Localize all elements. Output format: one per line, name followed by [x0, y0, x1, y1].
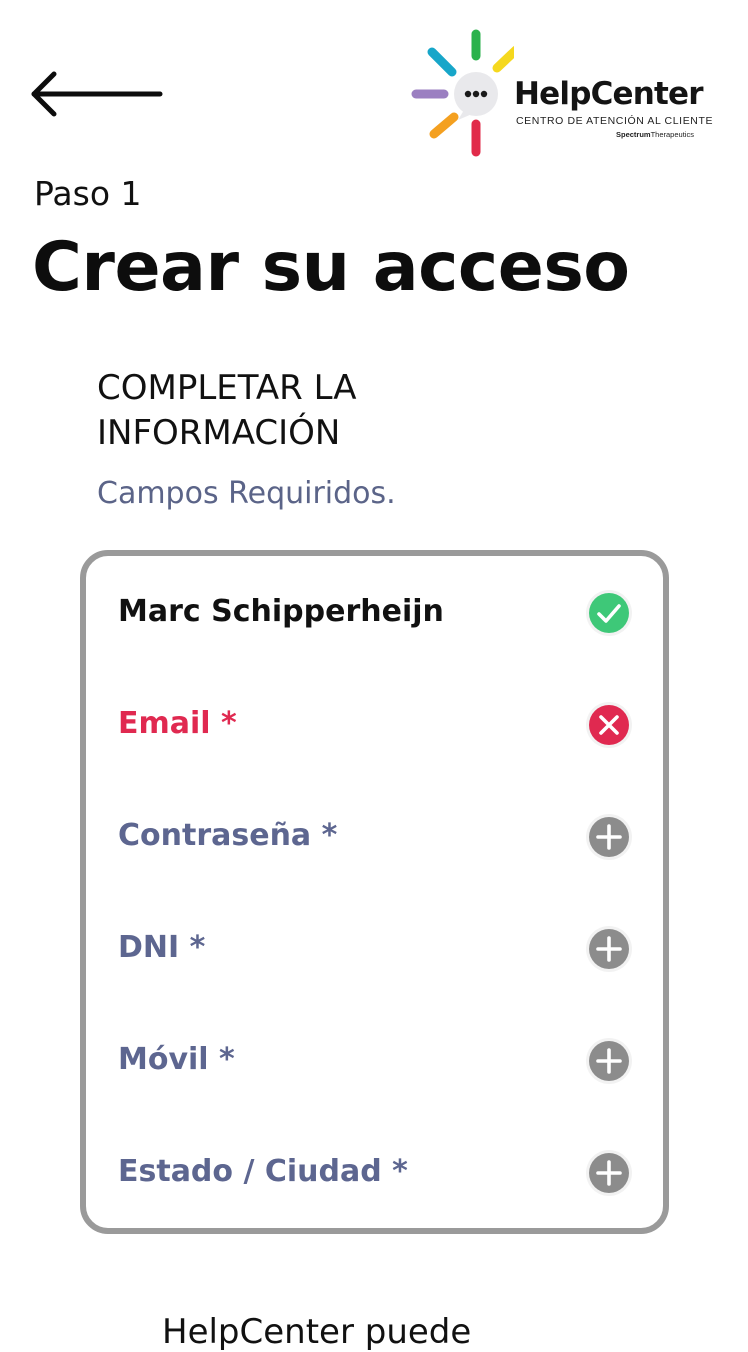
footer-text: HelpCenter puede [162, 1312, 472, 1352]
field-label: Marc Schipperheijn [118, 594, 444, 629]
helpcenter-logo: HelpCenter CENTRO DE ATENCIÓN AL CLIENTE… [408, 28, 718, 160]
logo-brand: SpectrumTherapeutics [616, 130, 694, 139]
plus-circle-icon[interactable] [584, 1036, 634, 1086]
field-label: Email * [118, 706, 237, 741]
plus-circle-icon[interactable] [584, 812, 634, 862]
x-circle-icon[interactable] [584, 700, 634, 750]
ray-blue [427, 47, 457, 77]
field-label: Estado / Ciudad * [118, 1154, 408, 1189]
plus-circle-icon[interactable] [584, 1148, 634, 1198]
ray-yellow [492, 45, 514, 73]
field-row[interactable]: Email * [118, 694, 638, 754]
fields-card: Marc Schipperheijn Email * Contraseña * DNI… [80, 550, 669, 1234]
check-circle-icon[interactable] [584, 588, 634, 638]
field-row[interactable]: DNI * [118, 918, 638, 978]
helpcenter-burst-icon [411, 29, 514, 157]
field-label: Contraseña * [118, 818, 338, 853]
field-row[interactable]: Móvil * [118, 1030, 638, 1090]
arrow-left-icon [31, 71, 163, 117]
field-row[interactable]: Estado / Ciudad * [118, 1142, 638, 1202]
plus-circle-icon[interactable] [584, 924, 634, 974]
field-row[interactable]: Marc Schipperheijn [118, 582, 638, 642]
section-heading: COMPLETAR LA INFORMACIÓN [97, 368, 357, 453]
field-label: Móvil * [118, 1042, 235, 1077]
page-title: Crear su acceso [32, 228, 630, 307]
required-fields-note: Campos Requiridos. [97, 476, 396, 511]
logo-title: HelpCenter [514, 76, 704, 112]
field-row[interactable]: Contraseña * [118, 806, 638, 866]
step-label: Paso 1 [34, 174, 142, 213]
ray-orange [429, 112, 459, 139]
back-button[interactable] [30, 70, 164, 118]
field-label: DNI * [118, 930, 206, 965]
logo-subtitle: CENTRO DE ATENCIÓN AL CLIENTE [516, 115, 714, 127]
